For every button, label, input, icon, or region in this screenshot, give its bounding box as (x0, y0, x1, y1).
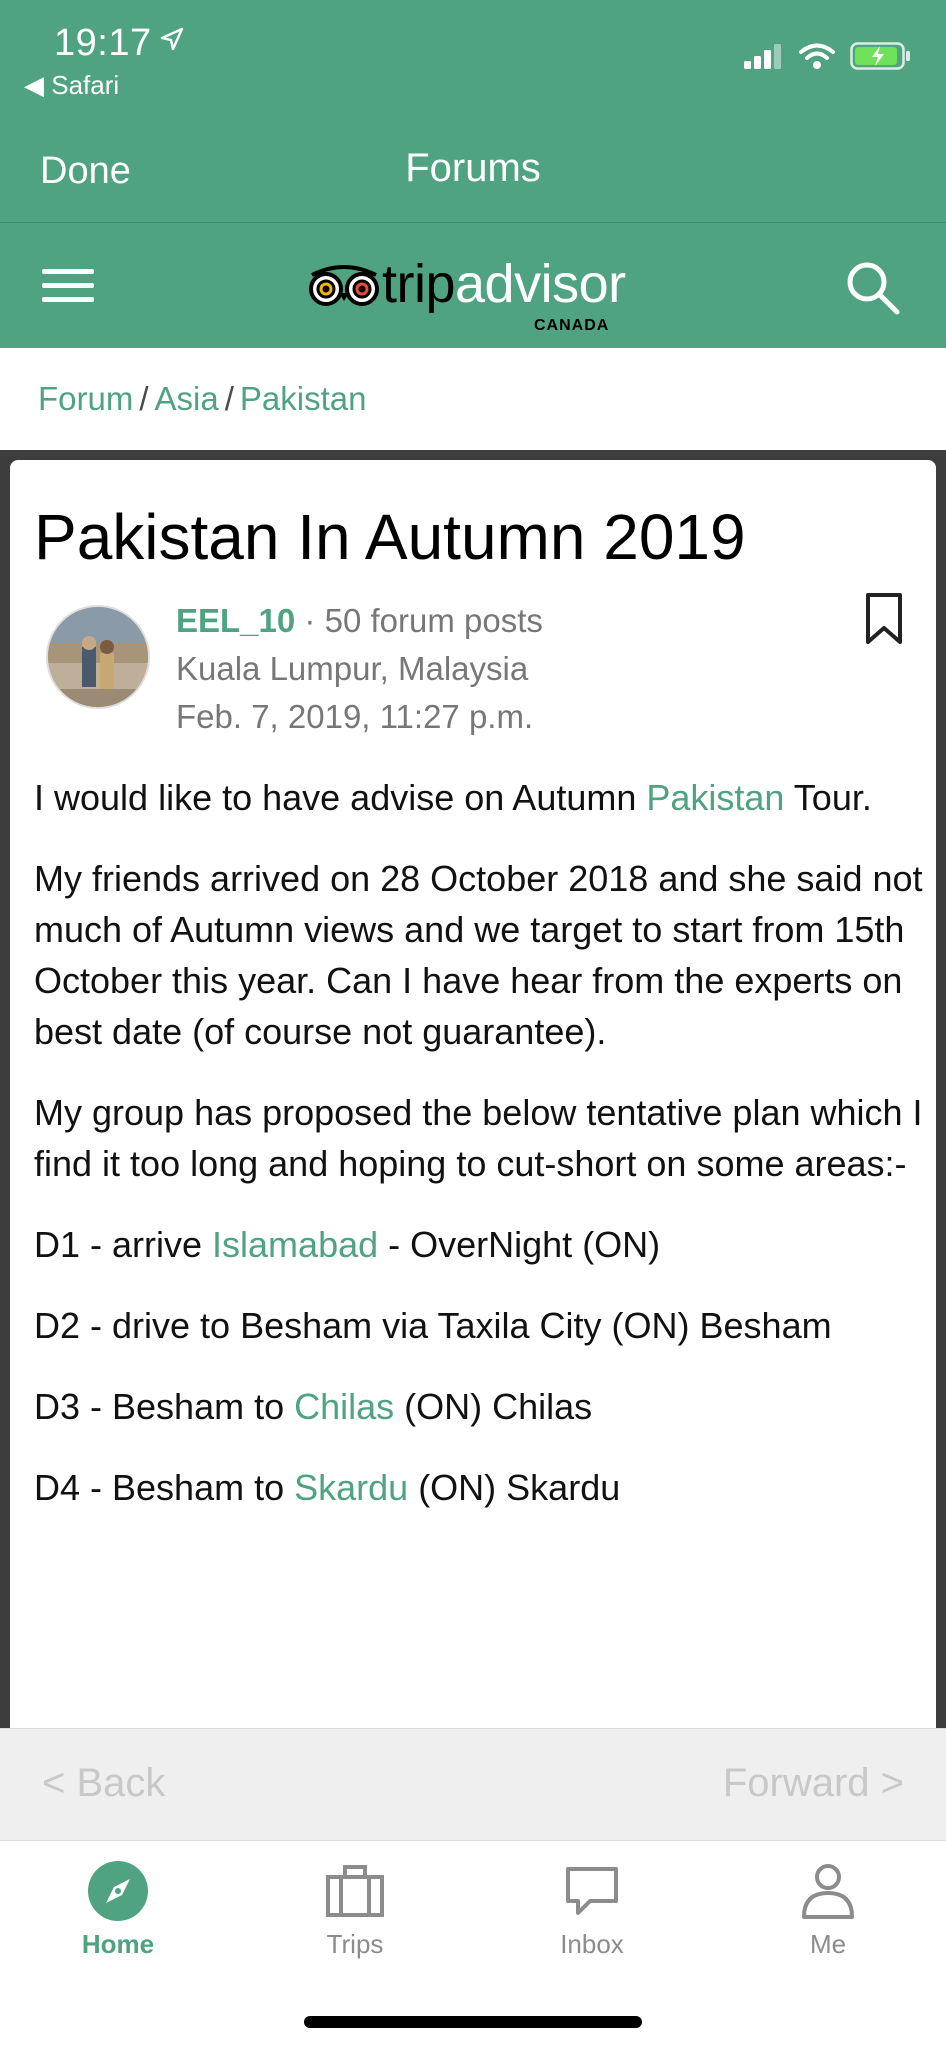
link-islamabad[interactable]: Islamabad (212, 1224, 378, 1265)
back-button[interactable]: < Back (42, 1761, 165, 1806)
author-line: EEL_10 · 50 forum posts (176, 602, 543, 640)
site-header: tripadvisor CANADA (0, 222, 946, 348)
post-card: Pakistan In Autumn 2019 EEL_10 · 50 foru… (10, 460, 936, 1740)
post-title: Pakistan In Autumn 2019 (34, 501, 746, 573)
post-body: I would like to have advise on Autumn Pa… (34, 772, 924, 1543)
tab-bar: Home Trips Inbox Me (0, 1840, 946, 2048)
text-span: I would like to have advise on Autumn (34, 777, 647, 818)
logo-wordmark: tripadvisor (382, 253, 626, 315)
text-span: - OverNight (ON) (378, 1224, 661, 1265)
tab-home[interactable]: Home (38, 1859, 198, 1969)
itinerary-day-2: D2 - drive to Besham via Taxila City (ON… (34, 1305, 832, 1346)
location-arrow-icon (160, 18, 184, 61)
breadcrumb: Forum / Asia / Pakistan (38, 380, 366, 418)
breadcrumb-forum[interactable]: Forum (38, 380, 133, 417)
content-frame: Pakistan In Autumn 2019 EEL_10 · 50 foru… (0, 450, 946, 1740)
post-date: Feb. 7, 2019, 11:27 p.m. (176, 698, 534, 735)
logo-word-advisor: advisor (455, 254, 626, 314)
wifi-icon (799, 43, 835, 69)
avatar[interactable] (46, 605, 150, 709)
breadcrumb-separator: / (139, 380, 149, 417)
search-icon[interactable] (844, 259, 902, 317)
post-paragraph: My friends arrived on 28 October 2018 an… (34, 858, 923, 1052)
chat-bubble-icon (566, 1867, 618, 1915)
itinerary-day-3: D3 - Besham to Chilas (ON) Chilas (34, 1381, 924, 1432)
tab-label: Trips (326, 1929, 384, 1959)
signal-icon (744, 44, 781, 69)
author-location: Kuala Lumpur, Malaysia (176, 650, 529, 687)
post-paragraph: I would like to have advise on Autumn Pa… (34, 772, 924, 823)
owl-eyes-icon (309, 265, 379, 306)
nav-title: Forums (405, 146, 541, 190)
text-span: D3 - Besham to (34, 1386, 295, 1427)
status-time-text: 19:17 (54, 22, 152, 64)
compass-icon (88, 1861, 148, 1921)
back-app-label: Safari (51, 70, 120, 100)
text-span: D4 - Besham to (34, 1467, 295, 1508)
link-skardu[interactable]: Skardu (294, 1467, 408, 1508)
avatar-photo (48, 607, 148, 707)
status-time: 19:17 (54, 18, 184, 65)
battery-charging-icon (850, 42, 910, 70)
text-span: D1 - arrive (34, 1224, 213, 1265)
person-icon (802, 1864, 854, 1919)
tab-me[interactable]: Me (748, 1859, 908, 1969)
hamburger-menu-icon[interactable] (42, 263, 98, 309)
author-name[interactable]: EEL_10 (176, 602, 295, 639)
browser-navigation-bar: < Back Forward > (0, 1728, 946, 1840)
tab-inbox[interactable]: Inbox (512, 1859, 672, 1969)
logo-region: CANADA (534, 317, 610, 334)
back-to-app[interactable]: ◀ Safari (24, 70, 119, 101)
post-paragraph: My group has proposed the below tentativ… (34, 1092, 923, 1184)
back-triangle-icon: ◀ (24, 70, 44, 100)
author-post-count: 50 forum posts (324, 602, 543, 639)
briefcase-icon (326, 1865, 384, 1917)
text-span: Tour. (784, 777, 872, 818)
forward-button[interactable]: Forward > (723, 1761, 904, 1806)
itinerary-day-4: D4 - Besham to Skardu (ON) Skardu (34, 1462, 924, 1513)
tab-trips[interactable]: Trips (275, 1859, 435, 1969)
breadcrumb-separator: / (224, 380, 234, 417)
link-pakistan[interactable]: Pakistan (646, 777, 784, 818)
status-bar: 19:17 ◀ Safari (0, 0, 946, 118)
link-chilas[interactable]: Chilas (294, 1386, 394, 1427)
logo-word-trip: trip (382, 254, 456, 314)
tab-label: Me (809, 1929, 847, 1959)
navigation-bar: Done Forums (0, 118, 946, 222)
text-span: (ON) Chilas (394, 1386, 593, 1427)
text-span: (ON) Skardu (408, 1467, 621, 1508)
tab-label: Inbox (560, 1929, 624, 1959)
dot-separator: · (304, 602, 325, 639)
tab-label: Home (81, 1929, 155, 1959)
status-indicators (744, 42, 912, 70)
tripadvisor-logo[interactable]: tripadvisor CANADA (306, 243, 646, 334)
breadcrumb-asia[interactable]: Asia (155, 380, 219, 417)
home-indicator[interactable] (304, 2016, 642, 2028)
itinerary-day-1: D1 - arrive Islamabad - OverNight (ON) (34, 1219, 924, 1270)
bookmark-icon[interactable] (864, 592, 904, 646)
breadcrumb-pakistan[interactable]: Pakistan (240, 380, 367, 417)
